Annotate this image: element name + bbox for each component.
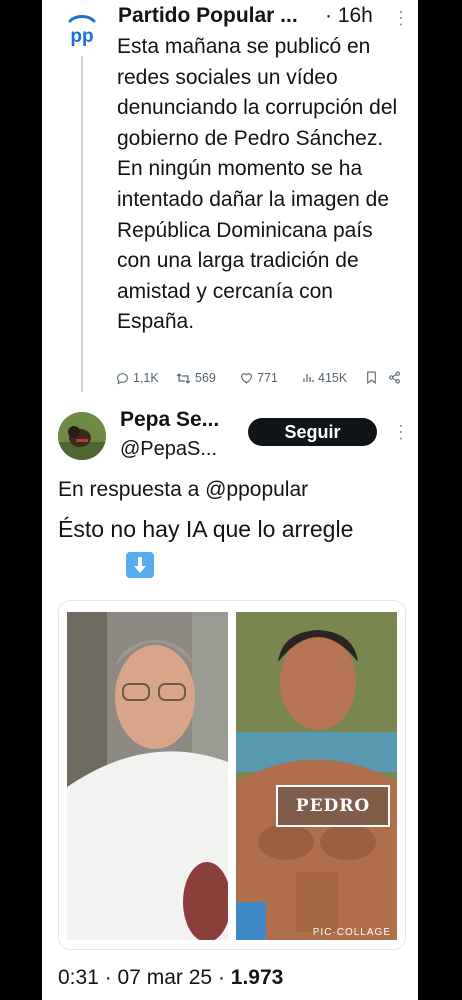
reply-text: Ésto no hay IA que lo arregle	[58, 516, 354, 542]
pedro-label: PEDRO	[276, 785, 390, 827]
tweet-time[interactable]: · 16h	[325, 4, 373, 28]
repost-icon	[176, 372, 191, 384]
thread-line	[81, 56, 83, 392]
down-arrow-emoji	[126, 552, 154, 578]
reply-icon	[117, 372, 128, 384]
down-arrow-icon	[134, 557, 146, 573]
author-name[interactable]: Partido Popular ...	[118, 4, 298, 28]
photo-left[interactable]	[67, 612, 228, 940]
tweet-text: Esta mañana se publicó en redes sociales…	[117, 35, 398, 334]
reply-to-line[interactable]: En respuesta a @ppopular	[58, 478, 308, 502]
heart-icon	[241, 373, 252, 384]
like-count: 771	[257, 371, 278, 385]
more-options-icon[interactable]: ⋮	[392, 8, 410, 29]
views-button[interactable]: 415K	[302, 371, 347, 385]
reply-count: 1,1K	[133, 371, 159, 385]
footer-time[interactable]: 0:31	[58, 966, 99, 989]
avatar[interactable]	[58, 412, 106, 460]
footer-sep: ·	[104, 966, 118, 989]
watermark: PIC·COLLAGE	[312, 927, 391, 938]
tweet-footer: 0:31 · 07 mar 25 · 1.973	[58, 966, 283, 990]
views-count: 415K	[318, 371, 348, 385]
repost-button[interactable]: 569	[176, 371, 216, 385]
bookmark-button[interactable]	[366, 371, 377, 384]
views-icon	[303, 374, 314, 382]
reply-button[interactable]: 1,1K	[116, 371, 159, 385]
follow-button[interactable]: Seguir	[248, 418, 377, 446]
image-collage[interactable]: PEDRO PIC·COLLAGE	[58, 600, 406, 950]
tweet-panel: pp Partido Popular ... · 16h ⋮ Esta maña…	[42, 0, 418, 1000]
footer-date[interactable]: 07 mar 25	[118, 966, 213, 989]
footer-sep: ·	[217, 966, 231, 989]
photo-right[interactable]: PEDRO PIC·COLLAGE	[236, 612, 397, 940]
share-button[interactable]	[388, 371, 401, 384]
share-icon	[389, 371, 400, 384]
repost-count: 569	[195, 371, 216, 385]
pp-logo-icon[interactable]: pp	[64, 12, 100, 48]
footer-views: 1.973	[230, 966, 284, 989]
like-button[interactable]: 771	[240, 371, 278, 385]
reply-author-name[interactable]: Pepa Se...	[120, 408, 219, 432]
action-bar: 1,1K 569 771 415K	[116, 371, 406, 391]
reply-author-handle[interactable]: @PepaS...	[120, 438, 217, 461]
more-options-icon[interactable]: ⋮	[392, 422, 410, 443]
pp-logo-text: pp	[70, 26, 93, 47]
bookmark-icon	[367, 371, 376, 384]
